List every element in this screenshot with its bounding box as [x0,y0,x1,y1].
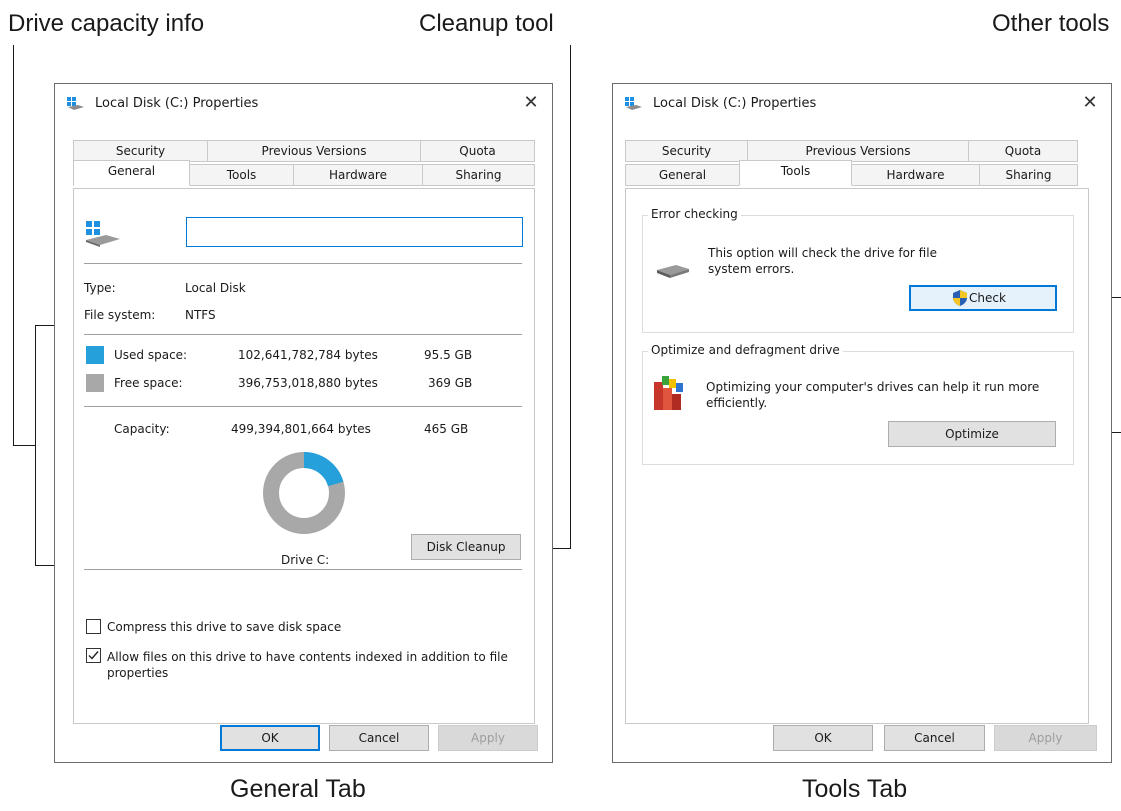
tab-hardware[interactable]: Hardware [293,164,423,186]
title-bar: Local Disk (C:) Properties ✕ [613,84,1111,124]
properties-dialog-general: Local Disk (C:) Properties ✕ Security Pr… [54,83,553,763]
drive-name-input[interactable] [186,217,523,247]
callout-line [570,45,571,549]
optimize-heading: Optimize and defragment drive [648,343,843,357]
dialog-title: Local Disk (C:) Properties [653,96,817,111]
general-tab-panel: Type: Local Disk File system: NTFS Used … [73,188,535,724]
index-label: Allow files on this drive to have conten… [107,650,508,680]
tab-quota[interactable]: Quota [420,140,535,162]
cleanup-tool-callout: Cleanup tool [419,10,554,37]
free-space-bytes: 396,753,018,880 bytes [238,376,378,390]
tab-general[interactable]: General [625,164,740,186]
used-space-bytes: 102,641,782,784 bytes [238,348,378,362]
drive-icon [86,221,120,247]
check-button[interactable]: Check [909,285,1057,311]
divider [84,406,522,407]
index-checkbox[interactable] [86,648,101,663]
used-space-gb: 95.5 GB [424,348,473,362]
divider [84,569,522,570]
cancel-button[interactable]: Cancel [329,725,429,751]
tab-tools[interactable]: Tools [189,164,294,186]
type-label: Type: [84,281,116,295]
compress-label: Compress this drive to save disk space [107,620,342,634]
optimize-description: Optimizing your computer's drives can he… [706,380,1040,410]
drive-label: Drive C: [281,553,330,567]
callout-line [13,45,14,446]
tools-tab-panel: Error checking This option will check th… [625,188,1089,724]
disk-cleanup-button[interactable]: Disk Cleanup [411,534,521,560]
type-value: Local Disk [185,281,246,295]
tab-quota[interactable]: Quota [968,140,1078,162]
uac-shield-icon [953,290,967,306]
ok-button[interactable]: OK [773,725,873,751]
error-checking-heading: Error checking [648,207,741,221]
callout-line [35,325,36,566]
tab-general[interactable]: General [73,160,190,186]
disk-usage-donut [263,452,345,534]
used-space-swatch [86,346,104,364]
capacity-bytes: 499,394,801,664 bytes [231,422,371,436]
used-space-label: Used space: [114,348,188,362]
tab-previous-versions[interactable]: Previous Versions [747,140,969,162]
divider [84,334,522,335]
check-button-label: Check [969,291,1006,305]
tab-sharing[interactable]: Sharing [422,164,535,186]
drive-icon [657,265,689,278]
defrag-icon [654,376,683,410]
tab-security[interactable]: Security [73,140,208,162]
close-button[interactable]: ✕ [518,92,544,116]
free-space-label: Free space: [114,376,183,390]
optimize-button[interactable]: Optimize [888,421,1056,447]
apply-button[interactable]: Apply [438,725,538,751]
dialog-title: Local Disk (C:) Properties [95,96,259,111]
checkmark-icon [88,651,99,660]
drive-icon [625,97,642,110]
capacity-gb: 465 GB [424,422,469,436]
close-button[interactable]: ✕ [1077,92,1103,116]
apply-button[interactable]: Apply [994,725,1097,751]
file-system-label: File system: [84,308,156,322]
tab-sharing[interactable]: Sharing [979,164,1078,186]
tab-tools[interactable]: Tools [739,160,852,186]
tools-tab-caption: Tools Tab [802,775,908,803]
ok-button[interactable]: OK [220,725,320,751]
callout-line [13,445,36,446]
tab-security[interactable]: Security [625,140,748,162]
free-space-gb: 369 GB [428,376,473,390]
other-tools-callout: Other tools [992,10,1110,37]
tab-hardware[interactable]: Hardware [851,164,980,186]
tab-previous-versions[interactable]: Previous Versions [207,140,421,162]
title-bar: Local Disk (C:) Properties ✕ [55,84,552,124]
properties-dialog-tools: Local Disk (C:) Properties ✕ Security Pr… [612,83,1112,763]
file-system-value: NTFS [185,308,216,322]
cancel-button[interactable]: Cancel [884,725,985,751]
general-tab-caption: General Tab [230,775,366,803]
compress-checkbox[interactable] [86,619,101,634]
error-checking-description: This option will check the drive for fil… [708,246,937,276]
drive-capacity-callout: Drive capacity info [8,10,205,37]
drive-icon [67,97,84,110]
capacity-label: Capacity: [114,422,170,436]
divider [84,263,522,264]
free-space-swatch [86,374,104,392]
